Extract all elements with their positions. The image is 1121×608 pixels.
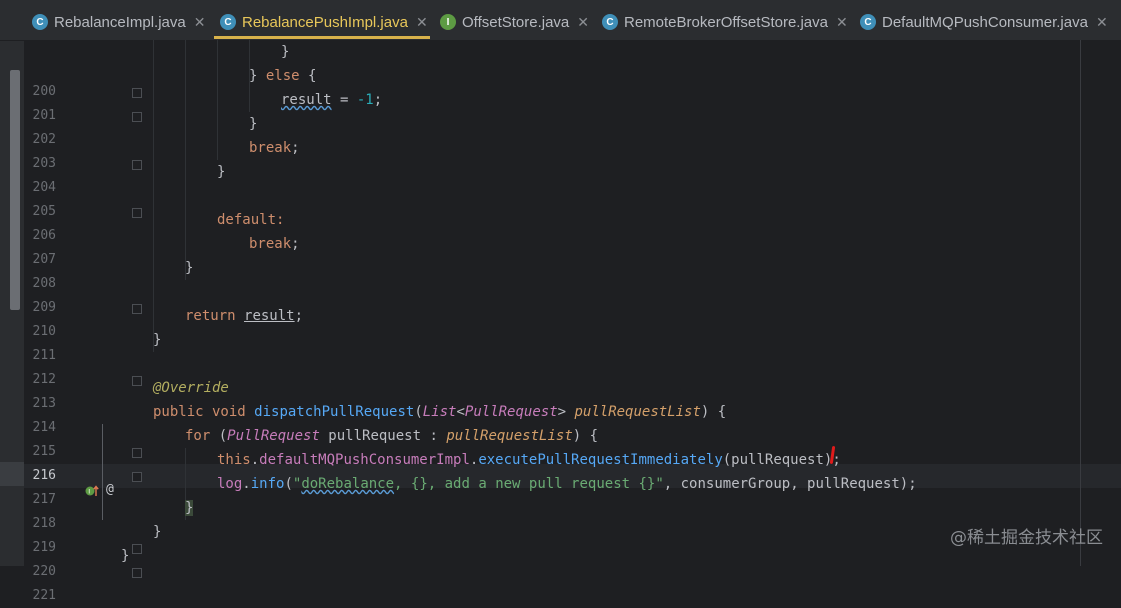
line-number: 218 bbox=[32, 516, 56, 531]
code-line-220: } bbox=[153, 524, 162, 540]
close-icon[interactable]: ✕ bbox=[1096, 14, 1108, 31]
tab-label: OffsetStore.java bbox=[462, 13, 570, 31]
line-number: 207 bbox=[32, 252, 56, 267]
tab-label: DefaultMQPushConsumer.java bbox=[882, 13, 1088, 31]
code-line-218: log.info("doRebalance, {}, add a new pul… bbox=[217, 476, 917, 492]
right-margin-guide bbox=[1080, 40, 1081, 566]
line-number: 211 bbox=[32, 348, 56, 363]
class-icon: C bbox=[602, 14, 618, 30]
code-line-203: } bbox=[249, 116, 258, 132]
code-line-209: } bbox=[185, 260, 194, 276]
line-number: 213 bbox=[32, 396, 56, 411]
override-gutter-icon[interactable]: @ bbox=[106, 482, 114, 497]
line-number: 210 bbox=[32, 324, 56, 339]
class-icon: C bbox=[860, 14, 876, 30]
code-line-200: } bbox=[281, 44, 290, 60]
tab-label: RemoteBrokerOffsetStore.java bbox=[624, 13, 828, 31]
code-line-205: } bbox=[217, 164, 226, 180]
tab-defaultmqpushconsumer[interactable]: C DefaultMQPushConsumer.java ✕ bbox=[860, 8, 1108, 36]
tab-label: RebalancePushImpl.java bbox=[242, 13, 408, 31]
line-number: 220 bbox=[32, 564, 56, 579]
line-number: 200 bbox=[32, 84, 56, 99]
active-tab-indicator bbox=[214, 36, 430, 39]
tab-offsetstore[interactable]: I OffsetStore.java ✕ bbox=[440, 8, 589, 36]
line-number: 217 bbox=[32, 492, 56, 507]
line-number-current: 216 bbox=[32, 468, 56, 483]
close-icon[interactable]: ✕ bbox=[194, 14, 206, 31]
svg-text:I: I bbox=[88, 488, 90, 496]
line-number: 212 bbox=[32, 372, 56, 387]
tab-label: RebalanceImpl.java bbox=[54, 13, 186, 31]
code-line-201: } else { bbox=[249, 68, 317, 84]
code-line-217: this.defaultMQPushConsumerImpl.executePu… bbox=[217, 452, 841, 468]
implementing-method-icon[interactable]: I bbox=[85, 485, 99, 497]
fold-marker-icon[interactable] bbox=[132, 568, 142, 578]
line-number: 205 bbox=[32, 204, 56, 219]
line-number: 204 bbox=[32, 180, 56, 195]
code-line-221: } bbox=[121, 548, 130, 564]
line-number: 221 bbox=[32, 588, 56, 603]
code-line-208: break; bbox=[249, 236, 300, 252]
code-line-211: return result; bbox=[185, 308, 304, 324]
code-line-202: result = -1; bbox=[281, 92, 383, 108]
class-icon: C bbox=[32, 14, 48, 30]
code-line-219: } bbox=[185, 500, 194, 516]
line-number: 214 bbox=[32, 420, 56, 435]
fold-marker-icon[interactable] bbox=[132, 544, 142, 554]
line-number: 201 bbox=[32, 108, 56, 123]
code-line-207: default: bbox=[217, 212, 285, 228]
code-line-204: break; bbox=[249, 140, 300, 156]
close-icon[interactable]: ✕ bbox=[416, 14, 428, 31]
close-icon[interactable]: ✕ bbox=[577, 14, 589, 31]
tab-rebalancepushimpl[interactable]: C RebalancePushImpl.java ✕ bbox=[220, 8, 428, 36]
line-number: 202 bbox=[32, 132, 56, 147]
code-editor[interactable]: 200 201 202 203 204 205 206 207 208 209 … bbox=[0, 40, 1121, 603]
tab-remotebrokeroffsetstore[interactable]: C RemoteBrokerOffsetStore.java ✕ bbox=[602, 8, 848, 36]
line-number: 219 bbox=[32, 540, 56, 555]
class-icon: C bbox=[220, 14, 236, 30]
watermark: @稀土掘金技术社区 bbox=[950, 528, 1103, 548]
line-number: 209 bbox=[32, 300, 56, 315]
line-number: 215 bbox=[32, 444, 56, 459]
code-line-216: for (PullRequest pullRequest : pullReque… bbox=[185, 428, 599, 444]
line-number: 203 bbox=[32, 156, 56, 171]
editor-tab-bar: C RebalanceImpl.java ✕ C RebalancePushIm… bbox=[0, 0, 1121, 41]
tab-rebalanceimpl[interactable]: C RebalanceImpl.java ✕ bbox=[32, 8, 205, 36]
line-number: 208 bbox=[32, 276, 56, 291]
code-line-214: @Override bbox=[153, 380, 229, 396]
code-line-215: public void dispatchPullRequest(List<Pul… bbox=[153, 404, 727, 420]
code-line-212: } bbox=[153, 332, 162, 348]
line-number: 206 bbox=[32, 228, 56, 243]
close-icon[interactable]: ✕ bbox=[836, 14, 848, 31]
interface-icon: I bbox=[440, 14, 456, 30]
